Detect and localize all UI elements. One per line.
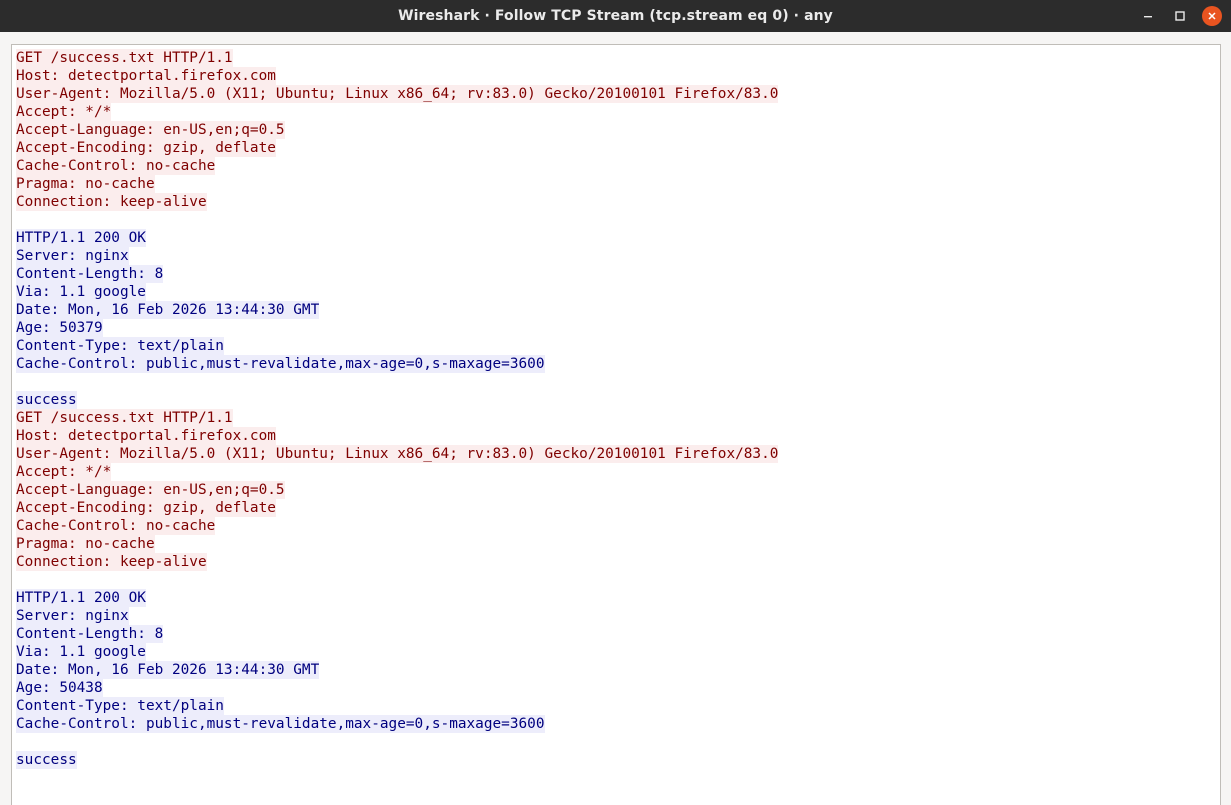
server-response-text: HTTP/1.1 200 OK (16, 589, 146, 607)
stream-line: Connection: keep-alive (16, 553, 1220, 571)
server-response-text: Age: 50379 (16, 319, 103, 337)
stream-line: Host: detectportal.firefox.com (16, 67, 1220, 85)
client-request-text: Host: detectportal.firefox.com (16, 427, 276, 445)
minimize-button[interactable] (1136, 4, 1160, 28)
stream-line: Accept-Language: en-US,en;q=0.5 (16, 121, 1220, 139)
stream-line: HTTP/1.1 200 OK (16, 229, 1220, 247)
client-request-text: Accept: */* (16, 103, 112, 121)
client-request-text: Accept-Encoding: gzip, deflate (16, 499, 276, 517)
stream-content: GET /success.txt HTTP/1.1 Host: detectpor… (16, 49, 1220, 769)
stream-line: GET /success.txt HTTP/1.1 (16, 49, 1220, 67)
maximize-icon (1175, 11, 1185, 21)
stream-line: Pragma: no-cache (16, 175, 1220, 193)
server-response-text: Via: 1.1 google (16, 643, 146, 661)
server-response-text: Content-Length: 8 (16, 265, 164, 283)
server-response-text: Server: nginx (16, 607, 129, 625)
server-response-text: Cache-Control: public,must-revalidate,ma… (16, 355, 545, 373)
client-request-text: Host: detectportal.firefox.com (16, 67, 276, 85)
stream-line: Host: detectportal.firefox.com (16, 427, 1220, 445)
stream-line: Cache-Control: public,must-revalidate,ma… (16, 355, 1220, 373)
follow-tcp-stream-window: Wireshark · Follow TCP Stream (tcp.strea… (0, 0, 1231, 805)
client-request-text: Accept-Language: en-US,en;q=0.5 (16, 481, 285, 499)
stream-line (16, 211, 1220, 229)
stream-line: Accept-Language: en-US,en;q=0.5 (16, 481, 1220, 499)
stream-line: Accept: */* (16, 103, 1220, 121)
stream-line: Date: Mon, 16 Feb 2026 13:44:30 GMT (16, 301, 1220, 319)
stream-line: Via: 1.1 google (16, 643, 1220, 661)
client-request-text: Connection: keep-alive (16, 193, 207, 211)
client-request-text: Accept-Language: en-US,en;q=0.5 (16, 121, 285, 139)
client-request-text: User-Agent: Mozilla/5.0 (X11; Ubuntu; Li… (16, 445, 779, 463)
stream-line: Date: Mon, 16 Feb 2026 13:44:30 GMT (16, 661, 1220, 679)
client-request-text: Accept-Encoding: gzip, deflate (16, 139, 276, 157)
server-response-text: Content-Type: text/plain (16, 337, 224, 355)
server-response-text: success (16, 751, 77, 769)
stream-line: Server: nginx (16, 247, 1220, 265)
client-request-text: GET /success.txt HTTP/1.1 (16, 49, 233, 67)
client-request-text: Pragma: no-cache (16, 535, 155, 553)
stream-line: Age: 50438 (16, 679, 1220, 697)
server-response-text: Server: nginx (16, 247, 129, 265)
client-request-text: Accept: */* (16, 463, 112, 481)
maximize-button[interactable] (1168, 4, 1192, 28)
stream-text-view[interactable]: GET /success.txt HTTP/1.1 Host: detectpor… (11, 44, 1221, 805)
stream-line: success (16, 391, 1220, 409)
stream-line: Server: nginx (16, 607, 1220, 625)
server-response-text: Date: Mon, 16 Feb 2026 13:44:30 GMT (16, 301, 320, 319)
stream-line: Via: 1.1 google (16, 283, 1220, 301)
window-title: Wireshark · Follow TCP Stream (tcp.strea… (398, 8, 833, 24)
stream-line: Content-Length: 8 (16, 625, 1220, 643)
client-request-text: Connection: keep-alive (16, 553, 207, 571)
stream-line: Content-Type: text/plain (16, 337, 1220, 355)
stream-line: User-Agent: Mozilla/5.0 (X11; Ubuntu; Li… (16, 85, 1220, 103)
server-response-text: Content-Type: text/plain (16, 697, 224, 715)
server-response-text: HTTP/1.1 200 OK (16, 229, 146, 247)
stream-line: Pragma: no-cache (16, 535, 1220, 553)
server-response-text: Content-Length: 8 (16, 625, 164, 643)
server-response-text: Cache-Control: public,must-revalidate,ma… (16, 715, 545, 733)
server-response-text: Date: Mon, 16 Feb 2026 13:44:30 GMT (16, 661, 320, 679)
server-response-text: success (16, 391, 77, 409)
stream-line: Cache-Control: no-cache (16, 517, 1220, 535)
close-button[interactable] (1200, 4, 1224, 28)
stream-line: Content-Length: 8 (16, 265, 1220, 283)
stream-line (16, 373, 1220, 391)
client-request-text: User-Agent: Mozilla/5.0 (X11; Ubuntu; Li… (16, 85, 779, 103)
title-bar[interactable]: Wireshark · Follow TCP Stream (tcp.strea… (0, 0, 1231, 32)
client-request-text: Cache-Control: no-cache (16, 517, 216, 535)
stream-line: Content-Type: text/plain (16, 697, 1220, 715)
close-icon (1208, 12, 1216, 20)
stream-line: Cache-Control: public,must-revalidate,ma… (16, 715, 1220, 733)
stream-line: GET /success.txt HTTP/1.1 (16, 409, 1220, 427)
stream-line: HTTP/1.1 200 OK (16, 589, 1220, 607)
stream-line: success (16, 751, 1220, 769)
stream-line: Age: 50379 (16, 319, 1220, 337)
client-request-text: GET /success.txt HTTP/1.1 (16, 409, 233, 427)
stream-line: Accept-Encoding: gzip, deflate (16, 499, 1220, 517)
stream-line: Connection: keep-alive (16, 193, 1220, 211)
stream-line: Cache-Control: no-cache (16, 157, 1220, 175)
minimize-icon (1144, 16, 1152, 18)
stream-line (16, 733, 1220, 751)
stream-line (16, 571, 1220, 589)
server-response-text: Age: 50438 (16, 679, 103, 697)
stream-line: User-Agent: Mozilla/5.0 (X11; Ubuntu; Li… (16, 445, 1220, 463)
client-request-text: Cache-Control: no-cache (16, 157, 216, 175)
client-request-text: Pragma: no-cache (16, 175, 155, 193)
server-response-text: Via: 1.1 google (16, 283, 146, 301)
stream-line: Accept: */* (16, 463, 1220, 481)
stream-line: Accept-Encoding: gzip, deflate (16, 139, 1220, 157)
